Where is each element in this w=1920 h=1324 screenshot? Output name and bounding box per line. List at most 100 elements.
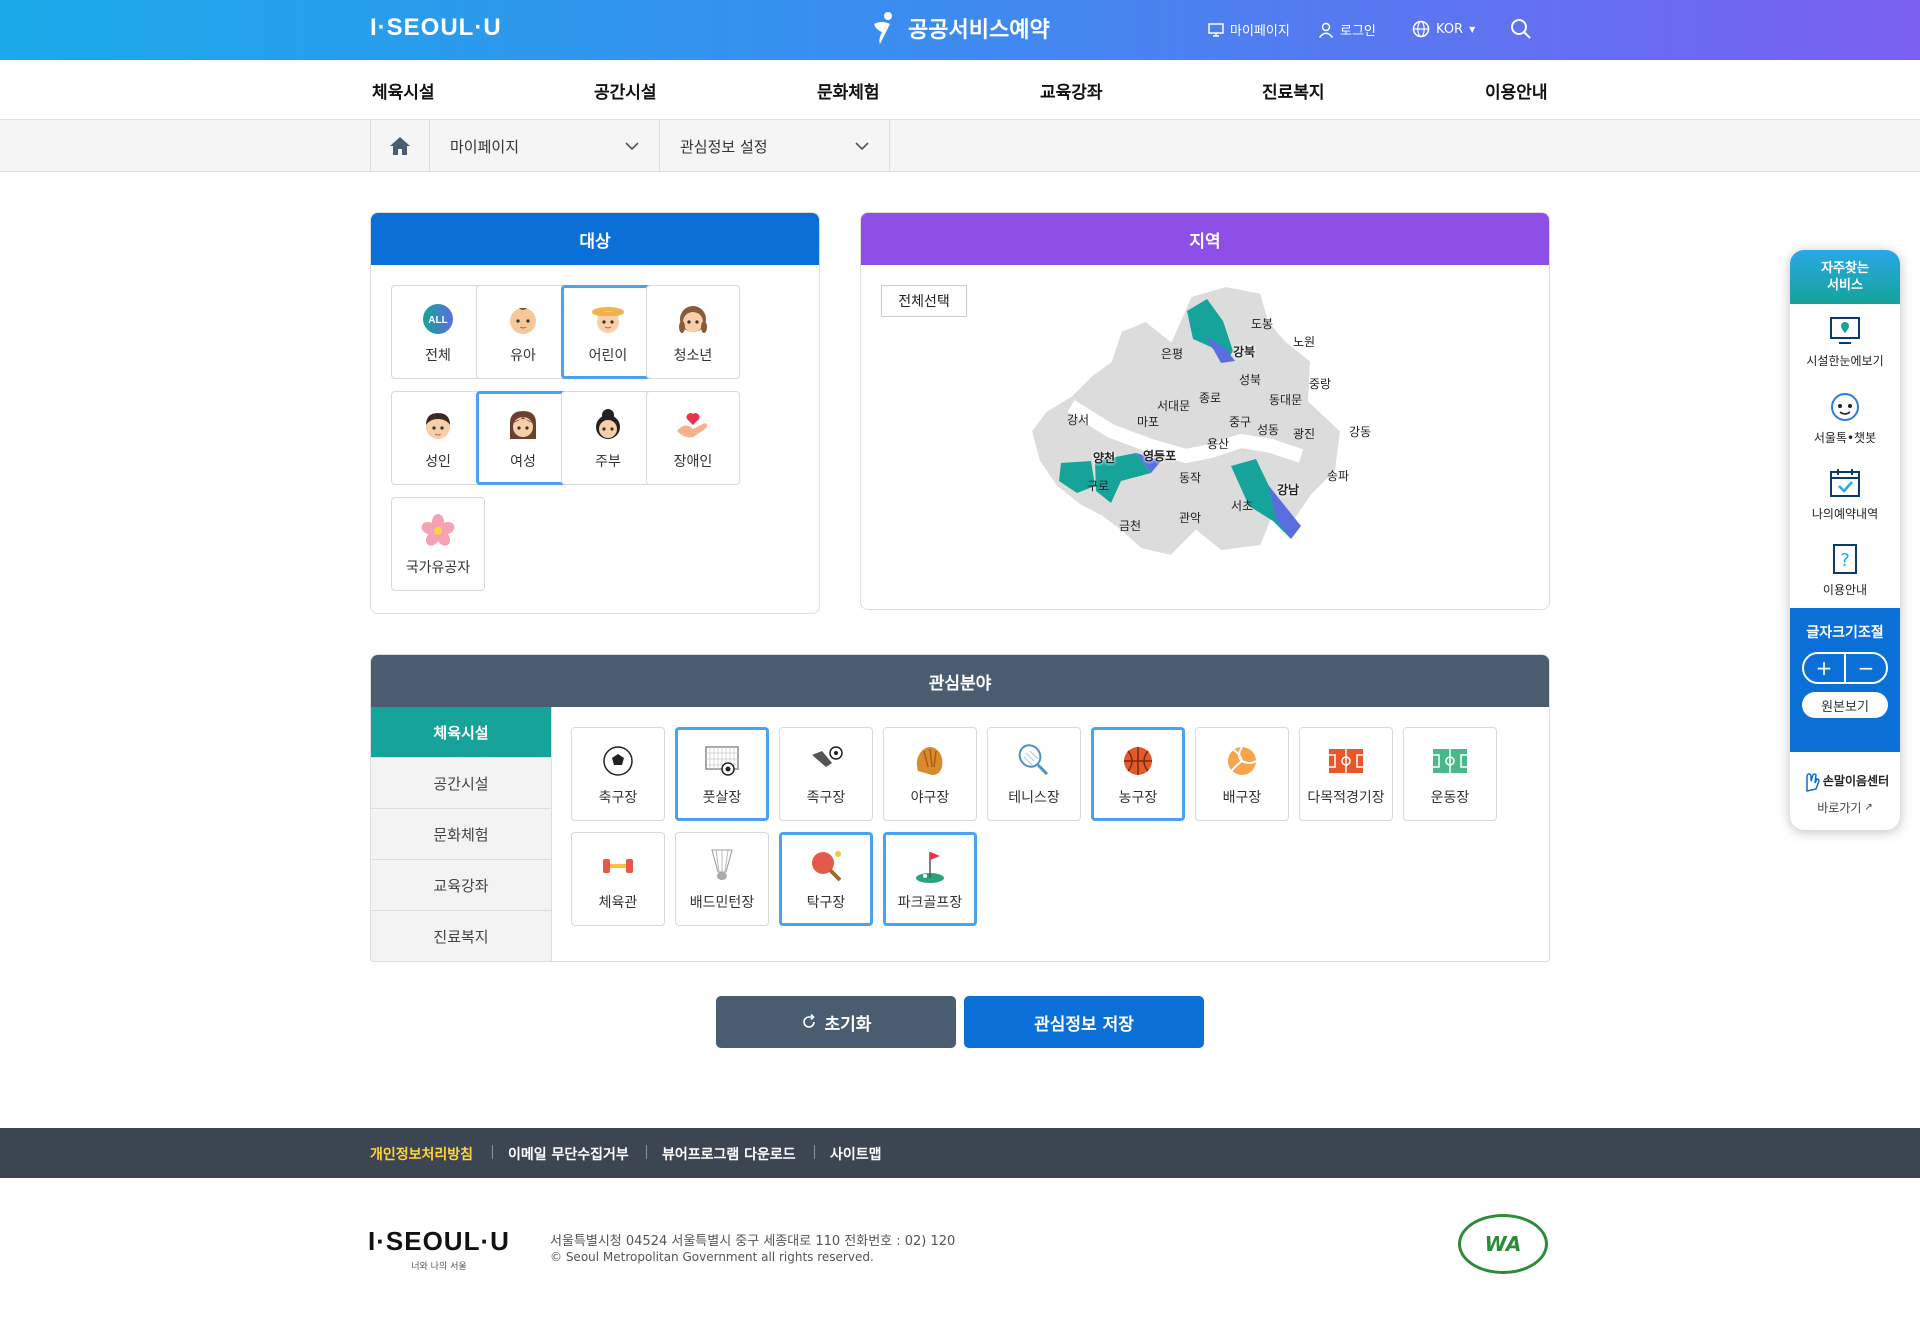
font-reset-button[interactable]: 원본보기 <box>1802 692 1888 718</box>
heart-hand-icon <box>673 405 713 445</box>
child-icon <box>588 299 628 339</box>
nav-guide[interactable]: 이용안내 <box>1485 78 1548 103</box>
breadcrumb-select-2[interactable]: 관심정보 설정 <box>660 120 890 172</box>
district-label-23[interactable]: 금천 <box>1119 517 1141 534</box>
district-label-14[interactable]: 강동 <box>1349 423 1371 440</box>
interest-card-7[interactable]: 다목적경기장 <box>1299 727 1393 821</box>
footer-link-0[interactable]: 개인정보처리방침 <box>370 1144 473 1164</box>
interest-card-4[interactable]: 테니스장 <box>987 727 1081 821</box>
district-label-4[interactable]: 성북 <box>1239 371 1261 388</box>
district-label-5[interactable]: 중랑 <box>1309 375 1331 392</box>
housewife-icon <box>588 405 628 445</box>
breadcrumb-select-1[interactable]: 마이페이지 <box>430 120 660 172</box>
district-label-0[interactable]: 도봉 <box>1251 315 1273 332</box>
target-card-8[interactable]: 국가유공자 <box>391 497 485 591</box>
quick-chatbot[interactable]: 서울톡•챗봇 <box>1790 380 1900 456</box>
search-icon[interactable] <box>1510 18 1532 40</box>
interest-card-3[interactable]: 야구장 <box>883 727 977 821</box>
interest-card-5[interactable]: 농구장 <box>1091 727 1185 821</box>
target-card-0[interactable]: ALL 전체 <box>391 285 485 379</box>
target-card-label: 전체 <box>425 348 451 364</box>
interest-tab-4[interactable]: 진료복지 <box>371 911 551 961</box>
interest-tab-1[interactable]: 공간시설 <box>371 758 551 809</box>
district-label-8[interactable]: 서대문 <box>1157 397 1190 414</box>
district-label-20[interactable]: 구로 <box>1087 477 1109 494</box>
quick-guide[interactable]: ? 이용안내 <box>1790 532 1900 608</box>
breadcrumb: 마이페이지 관심정보 설정 <box>0 120 1920 172</box>
target-card-6[interactable]: 주부 <box>561 391 655 485</box>
interest-tab-3[interactable]: 교육강좌 <box>371 860 551 911</box>
interest-card-1[interactable]: 풋살장 <box>675 727 769 821</box>
district-label-7[interactable]: 동대문 <box>1269 391 1302 408</box>
district-label-1[interactable]: 노원 <box>1293 333 1315 350</box>
seoul-logo[interactable]: I·SEOUL·U <box>370 14 502 42</box>
interest-card-6[interactable]: 배구장 <box>1195 727 1289 821</box>
district-label-11[interactable]: 중구 <box>1229 413 1251 430</box>
all-badge-icon: ALL <box>418 299 458 339</box>
interest-card-0[interactable]: 축구장 <box>571 727 665 821</box>
futsal-goal-icon <box>702 741 742 781</box>
district-label-16[interactable]: 양천 <box>1093 449 1115 466</box>
district-label-15[interactable]: 용산 <box>1207 435 1229 452</box>
district-label-2[interactable]: 강북 <box>1233 343 1255 360</box>
target-card-7[interactable]: 장애인 <box>646 391 740 485</box>
caret-down-icon: ▼ <box>1469 24 1476 34</box>
interest-card-9[interactable]: 체육관 <box>571 832 665 926</box>
interest-card-10[interactable]: 배드민턴장 <box>675 832 769 926</box>
footer-link-3[interactable]: 사이트맵 <box>830 1144 882 1164</box>
district-label-19[interactable]: 송파 <box>1327 467 1349 484</box>
baseball-glove-icon <box>910 741 950 781</box>
quick-facility-view[interactable]: 시설한눈에보기 <box>1790 304 1900 380</box>
district-label-24[interactable]: 관악 <box>1179 509 1201 526</box>
target-card-1[interactable]: 유아 <box>476 285 570 379</box>
mypage-link[interactable]: 마이페이지 <box>1208 20 1290 39</box>
globe-icon <box>1412 20 1430 38</box>
district-label-22[interactable]: 서초 <box>1231 497 1253 514</box>
interest-card-11[interactable]: 탁구장 <box>779 832 873 926</box>
target-card-5[interactable]: 여성 <box>476 391 570 485</box>
quick-my-reservation[interactable]: 나의예약내역 <box>1790 456 1900 532</box>
reset-button[interactable]: 초기화 <box>716 996 956 1048</box>
district-label-13[interactable]: 광진 <box>1293 425 1315 442</box>
target-card-4[interactable]: 성인 <box>391 391 485 485</box>
interest-card-8[interactable]: 운동장 <box>1403 727 1497 821</box>
district-label-9[interactable]: 강서 <box>1067 411 1089 428</box>
district-label-10[interactable]: 마포 <box>1137 413 1159 430</box>
language-select[interactable]: KOR ▼ <box>1412 20 1475 38</box>
target-card-3[interactable]: 청소년 <box>646 285 740 379</box>
select-all-button[interactable]: 전체선택 <box>881 285 967 317</box>
home-button[interactable] <box>370 120 430 172</box>
interest-card-2[interactable]: 족구장 <box>779 727 873 821</box>
footer-link-2[interactable]: 뷰어프로그램 다운로드 <box>662 1144 796 1164</box>
brand-title: 공공서비스예약 <box>908 18 1050 43</box>
seoul-map[interactable] <box>1011 281 1391 601</box>
quick-menu: 자주찾는 서비스 시설한눈에보기 서울톡•챗봇 나의예약내역 ? 이용안내 글자… <box>1790 250 1900 830</box>
target-card-label: 여성 <box>510 454 536 470</box>
nav-welfare[interactable]: 진료복지 <box>1262 78 1325 103</box>
district-label-6[interactable]: 종로 <box>1199 389 1221 406</box>
nav-sports[interactable]: 체육시설 <box>372 78 435 103</box>
save-button[interactable]: 관심정보 저장 <box>964 996 1204 1048</box>
interest-tab-0[interactable]: 체육시설 <box>371 707 551 758</box>
target-card-label: 장애인 <box>673 454 713 470</box>
district-label-12[interactable]: 성동 <box>1257 421 1279 438</box>
chevron-down-icon <box>625 142 639 150</box>
sign-language-center[interactable]: 손말이음센터 바로가기 ↗ <box>1790 752 1900 830</box>
brand-logo[interactable]: 공공서비스예약 <box>866 10 1050 46</box>
district-label-3[interactable]: 은평 <box>1161 345 1183 362</box>
district-label-21[interactable]: 강남 <box>1277 481 1299 498</box>
interest-tab-2[interactable]: 문화체험 <box>371 809 551 860</box>
target-card-2[interactable]: 어린이 <box>561 285 655 379</box>
login-link[interactable]: 로그인 <box>1318 20 1376 39</box>
district-label-18[interactable]: 동작 <box>1179 469 1201 486</box>
interest-card-label: 배드민턴장 <box>689 895 755 911</box>
font-increase-button[interactable]: + <box>1804 654 1846 682</box>
nav-culture[interactable]: 문화체험 <box>817 78 880 103</box>
nav-space[interactable]: 공간시설 <box>594 78 657 103</box>
nav-education[interactable]: 교육강좌 <box>1040 78 1103 103</box>
font-decrease-button[interactable]: − <box>1846 654 1886 682</box>
footer-logo: I·SEOUL·U 너와 나의 서울 <box>368 1226 510 1272</box>
footer-link-1[interactable]: 이메일 무단수집거부 <box>508 1144 629 1164</box>
district-label-17[interactable]: 영등포 <box>1143 447 1176 464</box>
interest-card-12[interactable]: 파크골프장 <box>883 832 977 926</box>
